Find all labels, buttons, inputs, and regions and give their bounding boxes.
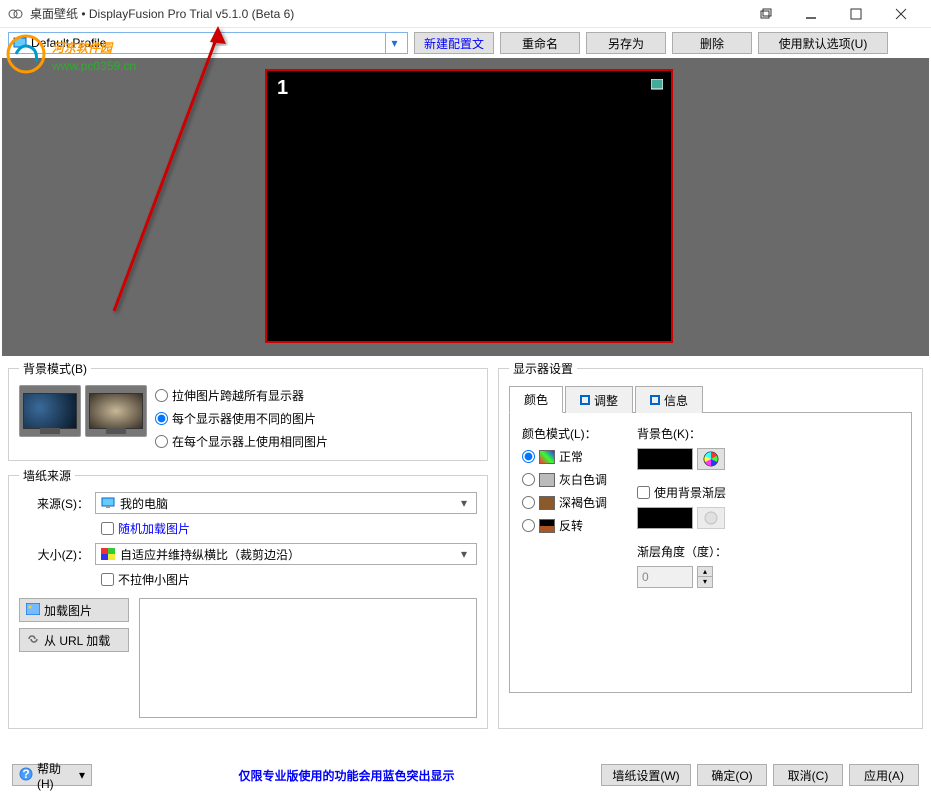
bgcolor-label: 背景色(K)： — [637, 425, 727, 442]
monitor-tabs: 颜色 调整 信息 — [509, 385, 912, 413]
bgcolor-swatch[interactable] — [637, 448, 693, 470]
pro-hint: 仅限专业版使用的功能会用蓝色突出显示 — [92, 767, 601, 784]
bgmode-thumb-2[interactable] — [85, 385, 147, 437]
ok-button[interactable]: 确定(O) — [697, 764, 767, 786]
color-mode-gray[interactable]: 灰白色调 — [522, 471, 607, 488]
chevron-down-icon[interactable]: ▾ — [385, 33, 403, 53]
bgmode-each-radio[interactable]: 每个显示器使用不同的图片 — [155, 410, 328, 427]
random-load-check[interactable]: 随机加载图片 — [101, 520, 477, 537]
no-stretch-check[interactable]: 不拉伸小图片 — [101, 571, 477, 588]
image-icon — [26, 603, 40, 618]
chevron-down-icon: ▾ — [456, 496, 472, 510]
gradient-angle-input[interactable] — [637, 566, 693, 588]
gradient-picker-button[interactable] — [697, 507, 725, 529]
bgmode-legend: 背景模式(B) — [19, 360, 91, 377]
monitor-number: 1 — [277, 77, 288, 100]
close-button[interactable] — [878, 0, 923, 28]
new-config-button[interactable]: 新建配置文 — [414, 32, 494, 54]
delete-button[interactable]: 删除 — [672, 32, 752, 54]
chevron-down-icon: ▾ — [456, 547, 472, 561]
color-mode-sepia[interactable]: 深褐色调 — [522, 494, 607, 511]
spinner-down[interactable]: ▾ — [697, 577, 713, 588]
use-defaults-button[interactable]: 使用默认选项(U) — [758, 32, 888, 54]
tab-content-color: 颜色模式(L)： 正常 灰白色调 深褐色调 反转 背景色(K)： 使用背景渐层 — [509, 413, 912, 693]
help-button[interactable]: ? 帮助(H) ▾ — [12, 764, 92, 786]
profile-select[interactable]: ▾ — [8, 32, 408, 54]
tab-info[interactable]: 信息 — [635, 386, 703, 413]
square-icon — [650, 395, 660, 405]
color-wheel-icon — [703, 510, 719, 526]
minimize-button[interactable] — [788, 0, 833, 28]
bgmode-span-radio[interactable]: 拉伸图片跨越所有显示器 — [155, 387, 328, 404]
gradient-color-swatch[interactable] — [637, 507, 693, 529]
background-mode-group: 背景模式(B) 拉伸图片跨越所有显示器 每个显示器使用不同的图片 在每个显示器上… — [8, 360, 488, 461]
window-title: 桌面壁纸 • DisplayFusion Pro Trial v5.1.0 (B… — [30, 5, 743, 22]
load-url-button[interactable]: 从 URL 加载 — [19, 628, 129, 652]
profile-input[interactable] — [31, 36, 385, 50]
monitor-legend: 显示器设置 — [509, 360, 577, 377]
fit-icon — [100, 547, 116, 561]
source-label: 来源(S)： — [19, 495, 89, 512]
color-mode-label: 颜色模式(L)： — [522, 425, 607, 442]
maximize-button[interactable] — [833, 0, 878, 28]
link-icon — [26, 633, 40, 648]
source-legend: 墙纸来源 — [19, 467, 75, 484]
restore-button[interactable] — [743, 0, 788, 28]
apply-button[interactable]: 应用(A) — [849, 764, 919, 786]
spinner-up[interactable]: ▴ — [697, 566, 713, 577]
titlebar: 桌面壁纸 • DisplayFusion Pro Trial v5.1.0 (B… — [0, 0, 931, 28]
cancel-button[interactable]: 取消(C) — [773, 764, 843, 786]
bgmode-thumbnails — [19, 385, 147, 450]
bgmode-same-radio[interactable]: 在每个显示器上使用相同图片 — [155, 433, 328, 450]
gradient-angle-label: 渐层角度（度）： — [637, 543, 727, 560]
monitor-preview-area: 1 — [2, 58, 929, 356]
bgmode-thumb-1[interactable] — [19, 385, 81, 437]
gradient-check[interactable]: 使用背景渐层 — [637, 484, 727, 501]
square-icon — [580, 395, 590, 405]
size-label: 大小(Z)： — [19, 546, 89, 563]
rename-button[interactable]: 重命名 — [500, 32, 580, 54]
footer: ? 帮助(H) ▾ 仅限专业版使用的功能会用蓝色突出显示 墙纸设置(W) 确定(… — [0, 764, 931, 786]
computer-icon — [100, 496, 116, 510]
load-image-button[interactable]: 加载图片 — [19, 598, 129, 622]
wallpaper-source-group: 墙纸来源 来源(S)： 我的电脑 ▾ 随机加载图片 大小(Z)： 自适应并维持纵… — [8, 467, 488, 729]
color-wheel-icon — [703, 451, 719, 467]
monitor-preview[interactable]: 1 — [265, 69, 673, 343]
monitor-settings-group: 显示器设置 颜色 调整 信息 颜色模式(L)： 正常 灰白色调 深褐色调 反转 … — [498, 360, 923, 729]
svg-text:?: ? — [22, 767, 29, 781]
app-icon — [8, 6, 24, 22]
tab-adjust[interactable]: 调整 — [565, 386, 633, 413]
profile-toolbar: ▾ 新建配置文 重命名 另存为 删除 使用默认选项(U) — [0, 28, 931, 58]
wallpaper-list[interactable] — [139, 598, 477, 718]
bgcolor-picker-button[interactable] — [697, 448, 725, 470]
source-select[interactable]: 我的电脑 ▾ — [95, 492, 477, 514]
wallpaper-settings-button[interactable]: 墙纸设置(W) — [601, 764, 691, 786]
size-select[interactable]: 自适应并维持纵横比（裁剪边沿） ▾ — [95, 543, 477, 565]
color-mode-invert[interactable]: 反转 — [522, 517, 607, 534]
color-mode-normal[interactable]: 正常 — [522, 448, 607, 465]
tab-color[interactable]: 颜色 — [509, 386, 563, 413]
save-as-button[interactable]: 另存为 — [586, 32, 666, 54]
monitor-icon — [651, 79, 663, 91]
help-icon: ? — [19, 767, 33, 784]
